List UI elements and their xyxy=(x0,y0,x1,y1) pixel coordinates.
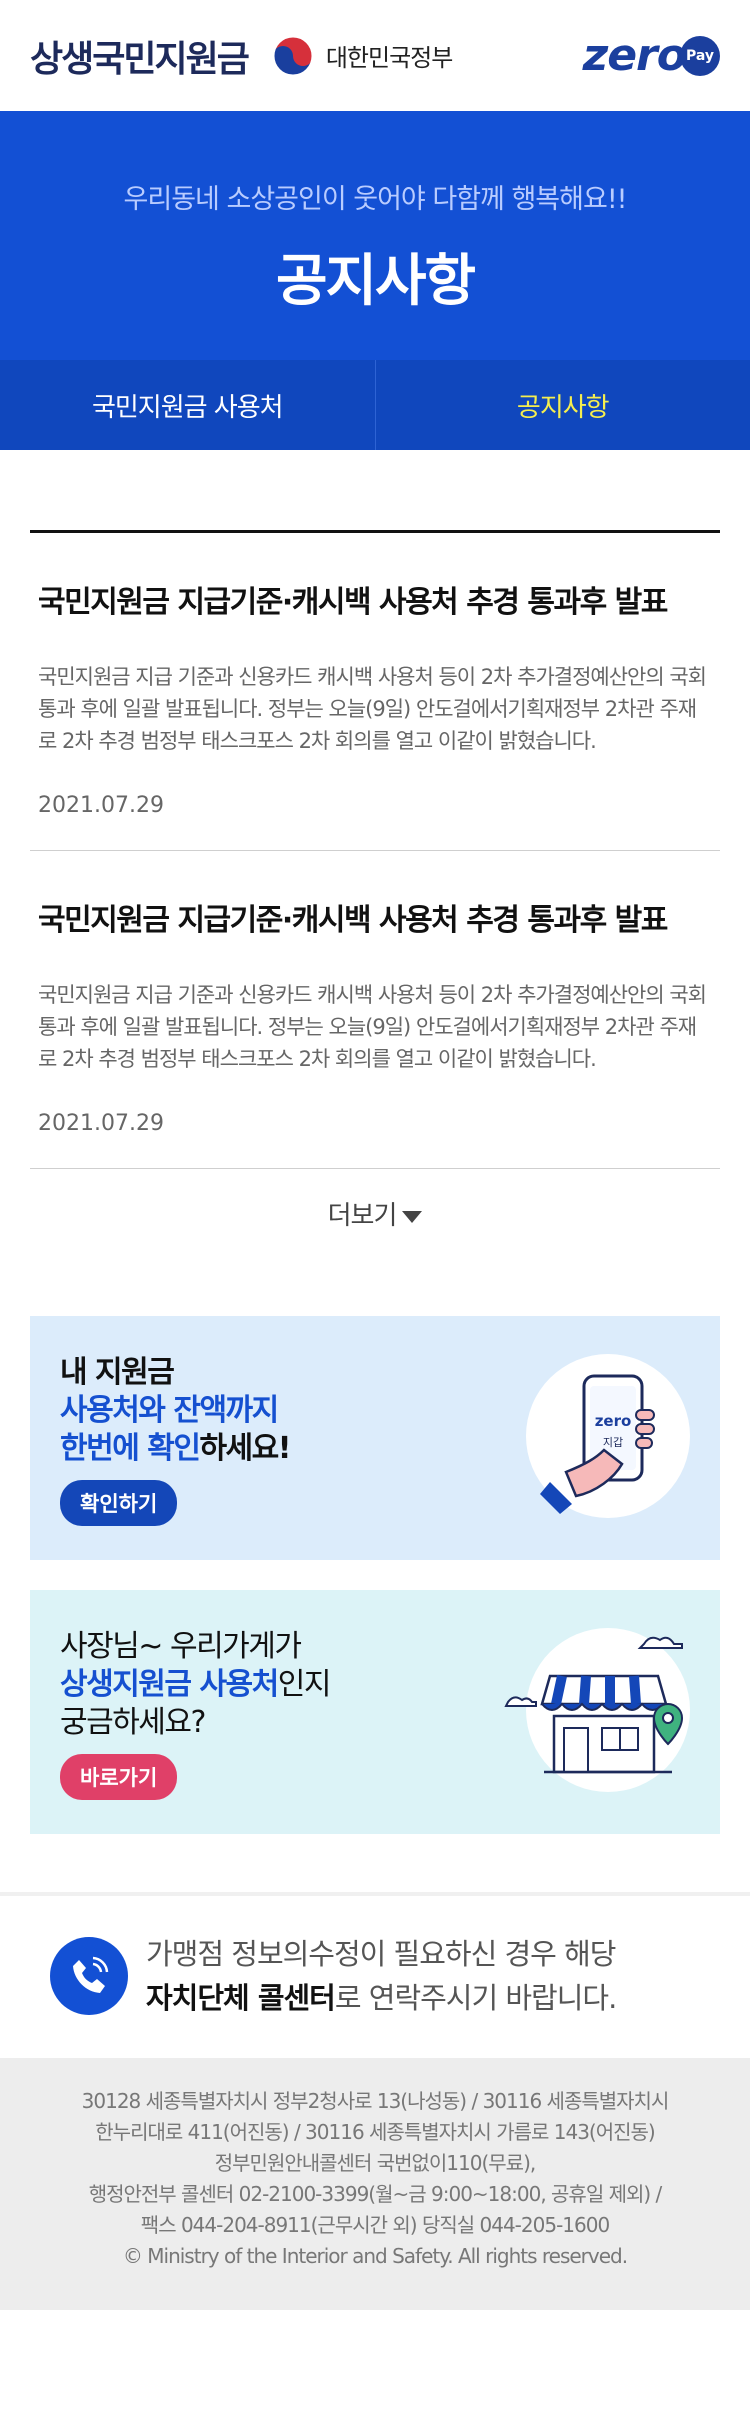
taegeuk-icon xyxy=(271,34,315,77)
notice-date: 2021.07.29 xyxy=(38,1111,164,1136)
notice-body: 국민지원금 지급 기준과 신용카드 캐시백 사용처 등이 2차 추가결정예산안의… xyxy=(38,665,707,753)
caret-down-icon xyxy=(402,1210,423,1223)
hero-banner: 우리동네 소상공인이 웃어야 다함께 행복해요!! 공지사항 xyxy=(0,111,750,360)
phone-illustration: zero 지갑 xyxy=(526,1354,690,1518)
tab-usage-places[interactable]: 국민지원금 사용처 xyxy=(0,360,375,450)
footer-fax: 팩스 044-204-8911(근무시간 외) 당직실 044-205-1600 xyxy=(140,2213,610,2237)
more-label: 더보기 xyxy=(327,1201,398,1231)
go-button[interactable]: 바로가기 xyxy=(60,1754,178,1800)
banner-highlight: 한번에 확인 xyxy=(60,1431,201,1466)
gov-label: 대한민국정부 xyxy=(325,44,453,72)
call-center-bold: 자치단체 콜센터 xyxy=(146,1981,336,2015)
banner-text: 하세요! xyxy=(199,1431,291,1466)
notice-body: 국민지원금 지급 기준과 신용카드 캐시백 사용처 등이 2차 추가결정예산안의… xyxy=(38,983,707,1071)
store-illustration xyxy=(504,1628,690,1792)
zeropay-logo[interactable]: zero Pay xyxy=(583,30,720,81)
banner-text: 궁금하세요? xyxy=(60,1705,206,1740)
call-line-2: 자치단체 콜센터로 연락주시기 바랍니다. xyxy=(146,1976,617,2020)
check-button[interactable]: 확인하기 xyxy=(60,1480,178,1526)
footer-address: 한누리대로 411(어진동) / 30116 세종특별자치시 가름로 143(어… xyxy=(95,2120,655,2144)
banner-highlight: 사용처와 잔액까지 xyxy=(60,1393,279,1428)
phone-sub-text: 지갑 xyxy=(603,1436,623,1449)
notice-title[interactable]: 국민지원금 지급기준·캐시백 사용처 추경 통과후 발표 xyxy=(38,577,712,621)
tab-bar: 국민지원금 사용처 공지사항 xyxy=(0,360,750,450)
check-balance-banner[interactable]: 내 지원금 사용처와 잔액까지 한번에 확인하세요! 확인하기 zero 지갑 xyxy=(30,1316,720,1560)
footer-copyright: © Ministry of the Interior and Safety. A… xyxy=(122,2244,628,2268)
zero-text: zero xyxy=(582,30,687,81)
notice-item[interactable]: 국민지원금 지급기준·캐시백 사용처 추경 통과후 발표 국민지원금 지급 기준… xyxy=(30,533,720,851)
storefront-icon xyxy=(504,1636,684,1774)
gov-mark: 대한민국정부 xyxy=(270,33,453,79)
phone-call-icon[interactable] xyxy=(50,1937,128,2015)
call-center-info: 가맹점 정보의수정이 필요하신 경우 해당 자치단체 콜센터로 연락주시기 바랍… xyxy=(0,1896,750,2058)
hero-subtitle: 우리동네 소상공인이 웃어야 다함께 행복해요!! xyxy=(123,184,628,215)
phone-icon xyxy=(73,1956,109,1993)
hand-phone-icon: zero 지갑 xyxy=(540,1374,655,1514)
page-title: 공지사항 xyxy=(275,249,476,314)
pay-badge: Pay xyxy=(680,35,720,76)
store-check-banner[interactable]: 사장님~ 우리가게가 상생지원금 사용처인지 궁금하세요? 바로가기 xyxy=(30,1590,720,1834)
notice-list: 국민지원금 지급기준·캐시백 사용처 추경 통과후 발표 국민지원금 지급 기준… xyxy=(30,530,720,1169)
call-line-2-rest: 로 연락주시기 바랍니다. xyxy=(334,1981,617,2015)
notice-date: 2021.07.29 xyxy=(38,793,164,818)
call-line-1: 가맹점 정보의수정이 필요하신 경우 해당 xyxy=(146,1937,616,1971)
footer-ministry-call: 행정안전부 콜센터 02-2100-3399(월~금 9:00~18:00, 공… xyxy=(88,2182,663,2206)
banner-text: 인지 xyxy=(277,1667,332,1702)
phone-brand-text: zero xyxy=(595,1412,632,1430)
footer-address: 30128 세종특별자치시 정부2청사로 13(나성동) / 30116 세종특… xyxy=(81,2089,670,2113)
call-center-text: 가맹점 정보의수정이 필요하신 경우 해당 자치단체 콜센터로 연락주시기 바랍… xyxy=(146,1932,617,2020)
tab-notices[interactable]: 공지사항 xyxy=(374,360,750,450)
footer-callcenter: 정부민원안내콜센터 국번없이110(무료), xyxy=(214,2151,537,2175)
brand-logo[interactable]: 상생국민지원금 xyxy=(30,30,250,82)
site-footer: 30128 세종특별자치시 정부2청사로 13(나성동) / 30116 세종특… xyxy=(0,2058,750,2310)
notice-item[interactable]: 국민지원금 지급기준·캐시백 사용처 추경 통과후 발표 국민지원금 지급 기준… xyxy=(30,851,720,1169)
banner-highlight: 상생지원금 사용처 xyxy=(60,1667,279,1702)
site-header: 상생국민지원금 대한민국정부 zero Pay xyxy=(0,0,750,111)
notice-title[interactable]: 국민지원금 지급기준·캐시백 사용처 추경 통과후 발표 xyxy=(38,895,712,939)
more-button[interactable]: 더보기 xyxy=(30,1169,720,1232)
banner-text: 사장님~ 우리가게가 xyxy=(60,1629,302,1664)
notice-section: 국민지원금 지급기준·캐시백 사용처 추경 통과후 발표 국민지원금 지급 기준… xyxy=(0,530,750,1232)
